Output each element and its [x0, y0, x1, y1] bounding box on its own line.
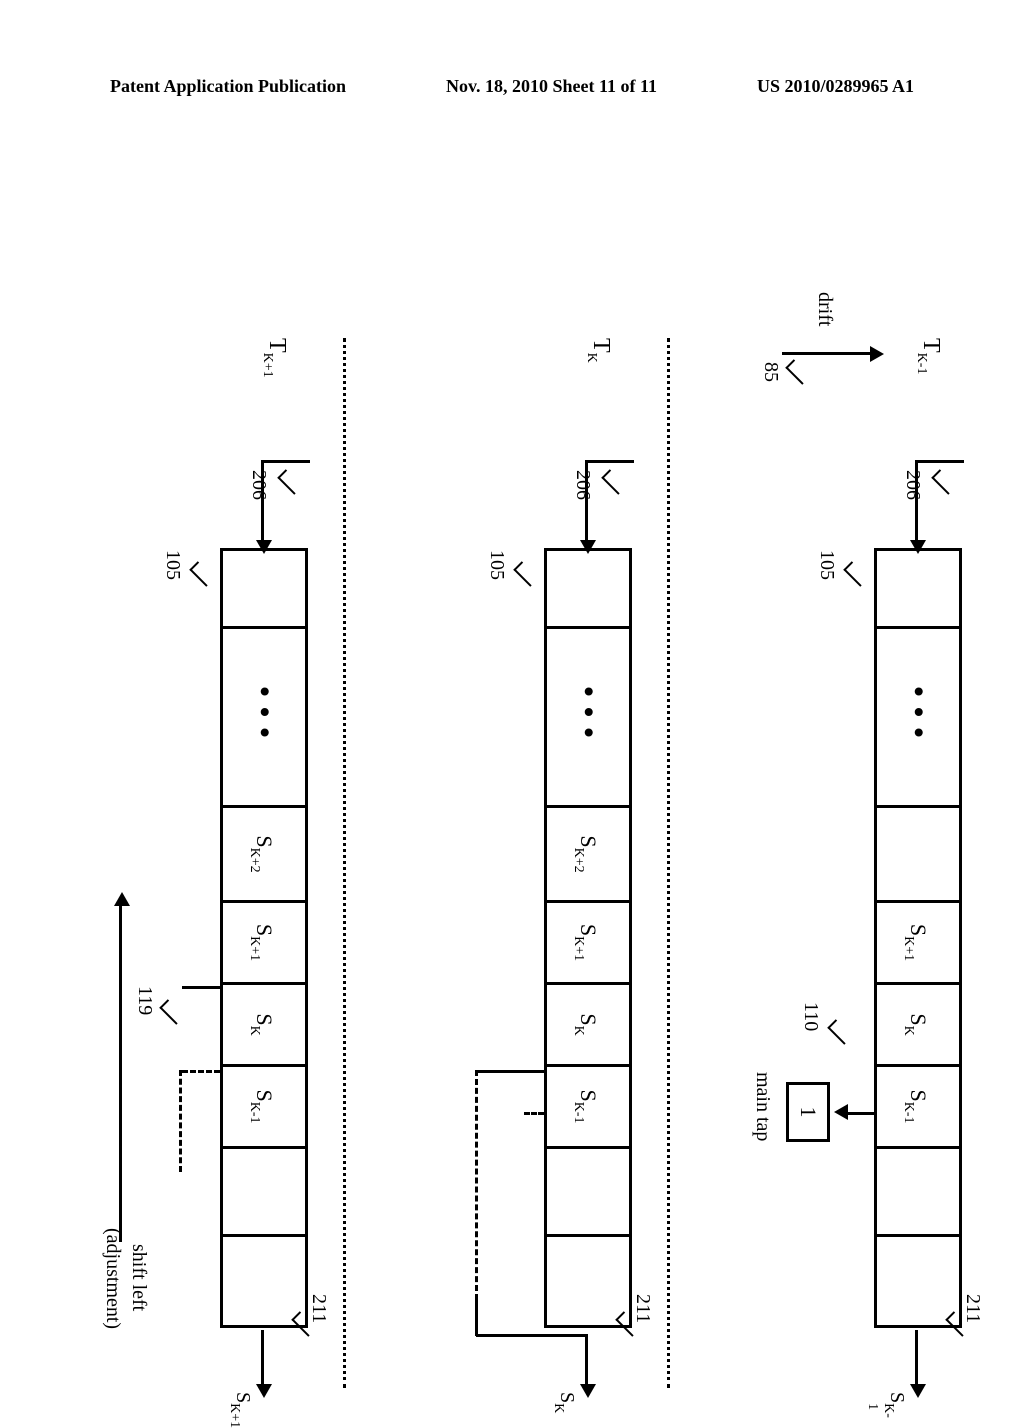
- output-leader: [915, 1330, 918, 1388]
- adjustment-label: (adjustment): [101, 1228, 124, 1329]
- ref-211: 211: [961, 1294, 984, 1323]
- arrowhead-right-icon: [580, 1384, 596, 1398]
- figure-11: FIG. 11 TK-1 drift 85 206 105 ••• SK+1 S…: [12, 352, 1024, 1012]
- ref-211: 211: [307, 1294, 330, 1323]
- register-cell: [877, 1149, 959, 1237]
- arrowhead-down-icon: [834, 1104, 848, 1120]
- leader-tick: [277, 469, 302, 494]
- register-cell: [547, 1237, 629, 1325]
- ref-206: 206: [901, 470, 924, 500]
- input-leader: [916, 460, 964, 463]
- shift-register: ••• SK+2 SK+1 SK SK-1: [544, 548, 632, 1328]
- leader-tick: [159, 999, 184, 1024]
- time-label: TK-1: [917, 338, 944, 374]
- dashed-leader: [524, 1112, 544, 1115]
- ref-105: 105: [815, 550, 838, 580]
- register-cell: [547, 1149, 629, 1237]
- register-cell: SK: [223, 985, 305, 1067]
- leader-tick: [931, 469, 956, 494]
- register-cell: [223, 1237, 305, 1325]
- drift-arrow: [782, 352, 872, 355]
- ref-119: 119: [133, 986, 156, 1015]
- ref-105: 105: [161, 550, 184, 580]
- register-cell: [877, 808, 959, 903]
- input-leader: [586, 460, 634, 463]
- ref-110: 110: [799, 1002, 822, 1031]
- register-cell: SK+2: [223, 808, 305, 903]
- header-mid: Nov. 18, 2010 Sheet 11 of 11: [446, 76, 657, 97]
- shift-register: ••• SK+1 SK SK-1: [874, 548, 962, 1328]
- arrowhead-left-icon: [114, 892, 130, 906]
- solid-leader: [475, 1298, 478, 1336]
- tap-leader: [844, 1112, 874, 1115]
- register-cell: [877, 551, 959, 629]
- time-section-k-minus-1: TK-1 drift 85 206 105 ••• SK+1 SK SK-1 1: [680, 352, 980, 1012]
- leader-tick: [601, 469, 626, 494]
- register-cell: [223, 1149, 305, 1237]
- ref-206: 206: [247, 470, 270, 500]
- dashed-leader: [179, 1070, 182, 1172]
- solid-leader: [182, 986, 220, 989]
- output-label: SK-1: [870, 1392, 908, 1418]
- input-leader: [262, 460, 310, 463]
- register-cell: SK-1: [877, 1067, 959, 1149]
- shift-left-label: shift left: [127, 1244, 150, 1311]
- register-cell: [877, 1237, 959, 1325]
- ellipsis-icon: •••: [877, 629, 959, 808]
- register-cell: [547, 551, 629, 629]
- arrowhead-right-icon: [256, 1384, 272, 1398]
- arrowhead-up-icon: [870, 346, 884, 362]
- register-cell: SK-1: [547, 1067, 629, 1149]
- shift-left-arrow: [119, 902, 122, 1242]
- leader-tick: [785, 359, 810, 384]
- header-left: Patent Application Publication: [110, 76, 346, 97]
- ref-85: 85: [759, 362, 782, 382]
- register-cell: SK+2: [547, 808, 629, 903]
- shift-register: ••• SK+2 SK+1 SK SK-1: [220, 548, 308, 1328]
- arrowhead-right-icon: [910, 1384, 926, 1398]
- time-section-k-plus-1: TK+1 206 105 ••• SK+2 SK+1 SK SK-1 119 s…: [26, 352, 326, 1012]
- register-cell: [223, 551, 305, 629]
- dashed-leader: [475, 1070, 478, 1300]
- output-label: SK: [555, 1392, 578, 1413]
- leader-tick: [843, 561, 868, 586]
- drift-label: drift: [813, 292, 836, 326]
- output-label: SK+1: [231, 1392, 254, 1428]
- leader-tick: [189, 561, 214, 586]
- dotted-separator: [343, 338, 346, 1388]
- dashed-leader: [182, 1070, 220, 1073]
- main-tap-label: main tap: [751, 1072, 774, 1141]
- register-cell: SK: [547, 985, 629, 1067]
- ref-206: 206: [571, 470, 594, 500]
- output-leader: [261, 1330, 264, 1388]
- ref-211: 211: [631, 1294, 654, 1323]
- solid-leader: [476, 1334, 588, 1337]
- time-section-k: TK 206 105 ••• SK+2 SK+1 SK SK-1 SK 211: [350, 352, 650, 1012]
- leader-tick: [513, 561, 538, 586]
- register-cell: SK-1: [223, 1067, 305, 1149]
- time-label: TK: [587, 338, 614, 363]
- header-right: US 2010/0289965 A1: [757, 76, 914, 97]
- time-label: TK+1: [263, 338, 290, 378]
- main-tap-box: 1: [786, 1082, 830, 1142]
- page-header: Patent Application Publication Nov. 18, …: [0, 76, 1024, 97]
- leader-tick: [827, 1019, 852, 1044]
- ellipsis-icon: •••: [223, 629, 305, 808]
- dotted-separator: [667, 338, 670, 1388]
- register-cell: SK: [877, 985, 959, 1067]
- register-cell: SK+1: [547, 903, 629, 985]
- register-cell: SK+1: [877, 903, 959, 985]
- ref-105: 105: [485, 550, 508, 580]
- register-cell: SK+1: [223, 903, 305, 985]
- ellipsis-icon: •••: [547, 629, 629, 808]
- solid-leader: [478, 1070, 544, 1073]
